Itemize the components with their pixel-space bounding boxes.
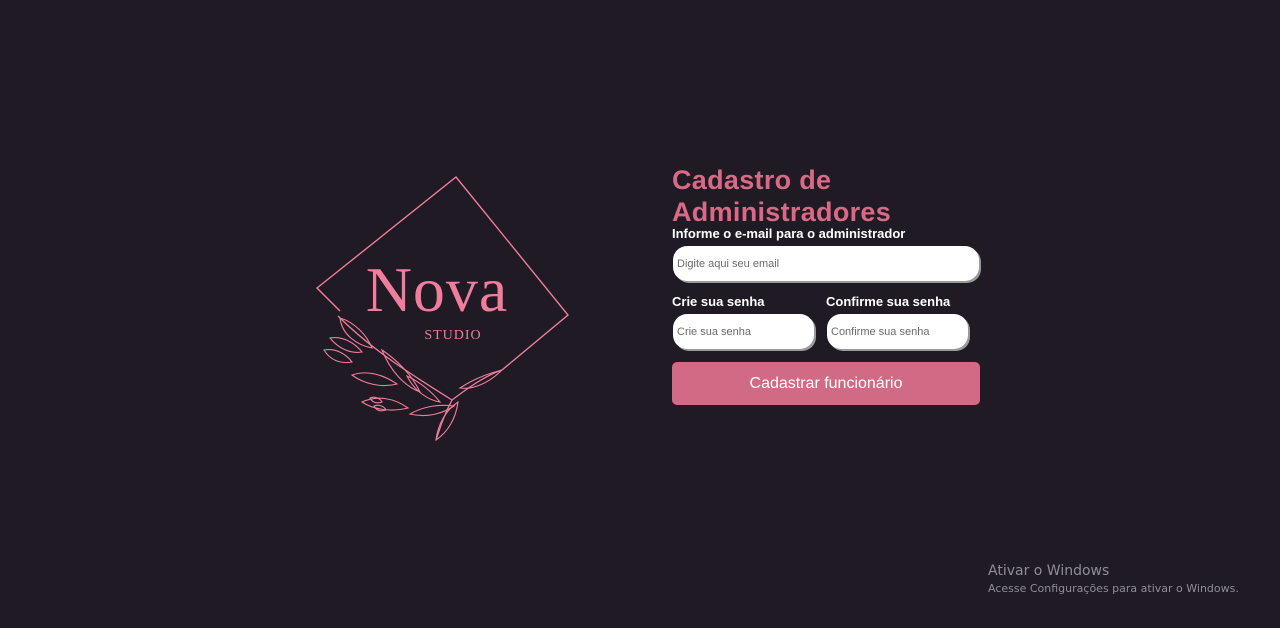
watermark-title: Ativar o Windows	[988, 563, 1110, 579]
form-title: Cadastro de Administradores	[672, 165, 892, 227]
windows-activation-watermark: Ativar o Windows Acesse Configurações pa…	[988, 562, 1239, 598]
watermark-subtitle: Acesse Configurações para ativar o Windo…	[988, 582, 1239, 595]
logo-wordmark: Nova	[365, 254, 509, 325]
password-label: Crie sua senha	[672, 294, 765, 309]
email-label: Informe o e-mail para o administrador	[672, 226, 906, 241]
registration-page: Nova STUDIO Cadastro de Administradores …	[0, 0, 1280, 628]
nova-studio-logo: Nova STUDIO	[312, 170, 574, 450]
register-employee-button[interactable]: Cadastrar funcionário	[672, 362, 980, 405]
confirm-password-label: Confirme sua senha	[826, 294, 951, 309]
logo-subtitle: STUDIO	[424, 328, 482, 343]
password-field[interactable]	[673, 314, 814, 349]
confirm-password-field[interactable]	[827, 314, 968, 349]
email-field[interactable]	[673, 246, 979, 281]
admin-registration-form: Cadastro de Administradores Informe o e-…	[672, 164, 982, 405]
